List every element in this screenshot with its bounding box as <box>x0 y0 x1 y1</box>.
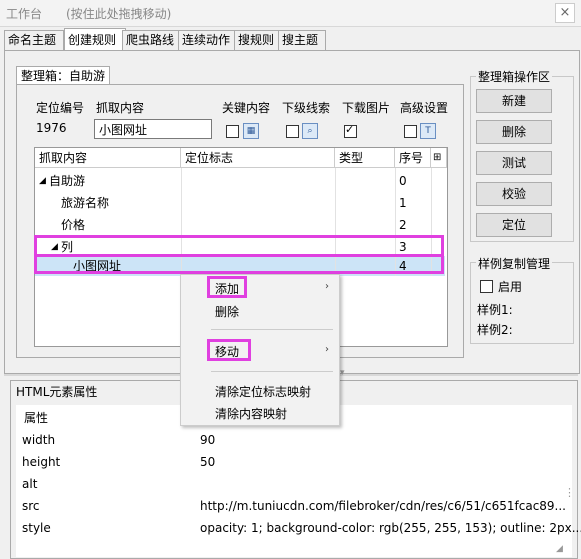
property-key: style <box>22 521 51 535</box>
magnifier-icon[interactable]: ⌕ <box>302 123 318 139</box>
tab-crawler-route[interactable]: 爬虫路线 <box>122 30 182 50</box>
locate-button[interactable]: 定位 <box>476 213 552 237</box>
enable-checkbox[interactable] <box>480 280 493 293</box>
download-img-checkbox[interactable] <box>344 123 357 138</box>
property-key: height <box>22 455 61 469</box>
text-settings-icon[interactable]: T <box>420 123 436 139</box>
property-row[interactable]: style opacity: 1; background-color: rgb(… <box>16 517 581 539</box>
property-row[interactable]: alt <box>16 473 572 495</box>
title-bar[interactable]: 工作台 (按住此处拖拽移动) × <box>0 0 581 27</box>
sample1-label: 样例1: <box>477 303 513 317</box>
test-button[interactable]: 测试 <box>476 151 552 175</box>
validate-button[interactable]: 校验 <box>476 182 552 206</box>
menu-item-clear-marker[interactable]: 清除定位标志映射 <box>215 383 311 400</box>
property-key: width <box>22 433 56 447</box>
close-button[interactable]: × <box>555 3 575 23</box>
row-index: 2 <box>399 218 407 232</box>
property-key: src <box>22 499 40 513</box>
capture-content-input[interactable]: 小图网址 <box>94 119 212 139</box>
property-value: opacity: 1; background-color: rgb(255, 2… <box>200 521 581 535</box>
capture-label: 抓取内容 <box>96 101 145 115</box>
sample2-label: 样例2: <box>477 323 513 337</box>
col-header-type[interactable]: 类型 <box>335 148 395 168</box>
tab-continuous-action[interactable]: 连续动作 <box>178 30 238 50</box>
sub-clue-checkbox[interactable] <box>286 125 299 138</box>
download-img-label: 下载图片 <box>342 101 391 115</box>
tree-row[interactable]: ◢ 自助游 0 <box>35 170 445 192</box>
property-value: 50 <box>200 455 216 469</box>
col-header-capture[interactable]: 抓取内容 <box>35 148 181 168</box>
menu-item-clear-content[interactable]: 清除内容映射 <box>215 405 287 422</box>
row-name: 价格 <box>61 218 86 232</box>
row-index: 0 <box>399 174 407 188</box>
sub-clue-label: 下级线索 <box>282 101 331 115</box>
key-content-icon[interactable]: ▦ <box>243 123 259 139</box>
properties-title: HTML元素属性 <box>16 385 98 399</box>
context-menu[interactable]: 添加 › 删除 移动 › 清除定位标志映射 清除内容映射 <box>180 274 340 426</box>
tree-row[interactable]: 旅游名称 1 <box>35 192 445 214</box>
menu-item-delete[interactable]: 删除 <box>215 303 239 320</box>
submenu-arrow-icon: › <box>325 344 329 355</box>
actions-title: 整理箱操作区 <box>476 68 553 85</box>
key-content-checkbox[interactable] <box>226 125 239 138</box>
sample-title: 样例复制管理 <box>476 255 553 272</box>
property-value: 90 <box>200 433 216 447</box>
row-name: 旅游名称 <box>61 196 110 210</box>
new-button[interactable]: 新建 <box>476 89 552 113</box>
property-value: http://m.tuniucdn.com/filebroker/cdn/res… <box>200 499 566 513</box>
tab-search-theme[interactable]: 搜主题 <box>278 30 326 50</box>
property-row[interactable]: width 90 <box>16 429 572 451</box>
menu-highlight-frame <box>207 276 247 298</box>
expand-arrow-icon[interactable]: ◢ <box>39 170 46 192</box>
advanced-checkbox[interactable] <box>404 125 417 138</box>
advanced-label: 高级设置 <box>400 101 449 115</box>
menu-highlight-frame <box>207 339 251 361</box>
locate-no-label: 定位编号 <box>36 101 85 115</box>
tab-naming-theme[interactable]: 命名主题 <box>4 30 64 50</box>
window-title: 工作台 <box>6 7 43 21</box>
properties-table[interactable]: 属性 width 90 height 50 alt src http://m.t… <box>16 405 581 557</box>
menu-separator <box>211 329 333 330</box>
properties-header: 属性 <box>24 411 49 425</box>
tree-row[interactable]: 价格 2 <box>35 214 445 236</box>
splitter-arrow-icon[interactable]: ▾ <box>340 368 345 378</box>
enable-label: 启用 <box>498 280 523 294</box>
row-index: 1 <box>399 196 407 210</box>
delete-button[interactable]: 删除 <box>476 120 552 144</box>
row-highlight-frame <box>34 254 444 274</box>
resize-grip-icon[interactable]: ◢ <box>556 544 563 554</box>
row-name: 自助游 <box>49 174 86 188</box>
menu-separator <box>211 371 333 372</box>
drag-hint: (按住此处拖拽移动) <box>66 7 172 21</box>
column-chooser-icon[interactable]: ⊞ <box>431 148 447 168</box>
tab-create-rule[interactable]: 创建规则 <box>64 28 126 51</box>
submenu-arrow-icon: › <box>325 281 329 292</box>
locate-no-value: 1976 <box>36 121 67 135</box>
key-content-label: 关键内容 <box>222 101 271 115</box>
property-row[interactable]: src http://m.tuniucdn.com/filebroker/cdn… <box>16 495 572 517</box>
group-title[interactable]: 整理箱：自助游 <box>16 66 111 85</box>
property-row[interactable]: height 50 <box>16 451 572 473</box>
col-header-marker[interactable]: 定位标志 <box>181 148 335 168</box>
col-header-index[interactable]: 序号 <box>395 148 431 168</box>
resize-dots-icon: ⋮ <box>564 486 575 499</box>
property-key: alt <box>22 477 38 491</box>
tab-search-rule[interactable]: 搜规则 <box>234 30 282 50</box>
